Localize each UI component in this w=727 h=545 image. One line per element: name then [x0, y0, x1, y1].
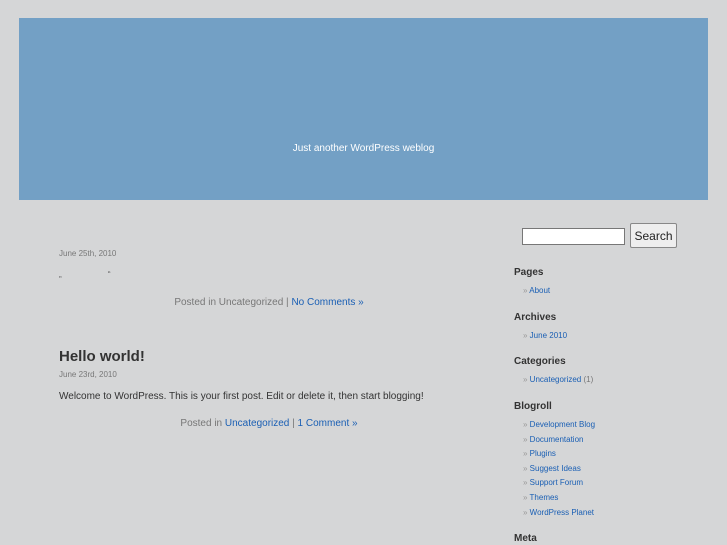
categories-list: Uncategorized (1): [523, 373, 594, 388]
post-title[interactable]: Hello world!: [59, 348, 145, 365]
category-count: (1): [583, 375, 594, 384]
sidebar-item-documentation[interactable]: Documentation: [523, 433, 595, 448]
post-meta: Posted in Uncategorized | 1 Comment »: [59, 418, 479, 429]
sidebar-link[interactable]: Plugins: [530, 449, 556, 458]
sidebar-link[interactable]: Documentation: [530, 435, 584, 444]
sidebar-item-uncategorized[interactable]: Uncategorized (1): [523, 373, 594, 388]
sidebar-link[interactable]: Support Forum: [530, 478, 583, 487]
sidebar-link[interactable]: Suggest Ideas: [530, 464, 581, 473]
sidebar-item-support-forum[interactable]: Support Forum: [523, 476, 595, 491]
post-meta-prefix: Posted in: [180, 418, 223, 429]
post-date: June 25th, 2010: [59, 249, 117, 258]
sidebar-link[interactable]: WordPress Planet: [530, 508, 594, 517]
sidebar-item-suggest-ideas[interactable]: Suggest Ideas: [523, 462, 595, 477]
sidebar-heading-blogroll: Blogroll: [514, 401, 552, 412]
sidebar-link[interactable]: Development Blog: [530, 420, 595, 429]
post-meta: Posted in Uncategorized | No Comments »: [59, 297, 479, 308]
sidebar-item-development-blog[interactable]: Development Blog: [523, 418, 595, 433]
post-meta-separator: |: [292, 418, 295, 429]
category-link[interactable]: Uncategorized: [225, 418, 289, 429]
search-input[interactable]: [522, 228, 625, 245]
sidebar-heading-meta: Meta: [514, 533, 537, 544]
sidebar-item-themes[interactable]: Themes: [523, 491, 595, 506]
site-tagline: Just another WordPress weblog: [292, 143, 435, 154]
site-header: Just another WordPress weblog: [19, 18, 708, 200]
sidebar-heading-categories: Categories: [514, 356, 566, 367]
sidebar-heading-archives: Archives: [514, 312, 557, 323]
sidebar-item-about[interactable]: About: [523, 284, 550, 299]
sidebar-heading-pages: Pages: [514, 267, 544, 278]
sidebar-item-june-2010[interactable]: June 2010: [523, 329, 567, 344]
blogroll-list: Development Blog Documentation Plugins S…: [523, 418, 596, 521]
comments-link[interactable]: No Comments »: [291, 297, 363, 308]
sidebar-link[interactable]: June 2010: [530, 331, 567, 340]
sidebar-link[interactable]: Uncategorized: [530, 375, 582, 384]
pages-list: About: [523, 284, 550, 299]
sidebar-item-plugins[interactable]: Plugins: [523, 447, 595, 462]
archives-list: June 2010: [523, 329, 567, 344]
search-button[interactable]: Search: [630, 223, 677, 248]
post-content: Welcome to WordPress. This is your first…: [59, 391, 424, 402]
sidebar-item-wordpress-planet[interactable]: WordPress Planet: [523, 506, 595, 521]
comments-link[interactable]: 1 Comment »: [298, 418, 358, 429]
post-content: „ “: [59, 270, 133, 279]
post-date: June 23rd, 2010: [59, 370, 117, 379]
post-meta-category: Posted in Uncategorized |: [174, 297, 289, 308]
sidebar-link[interactable]: About: [529, 286, 550, 295]
sidebar-link[interactable]: Themes: [530, 493, 559, 502]
